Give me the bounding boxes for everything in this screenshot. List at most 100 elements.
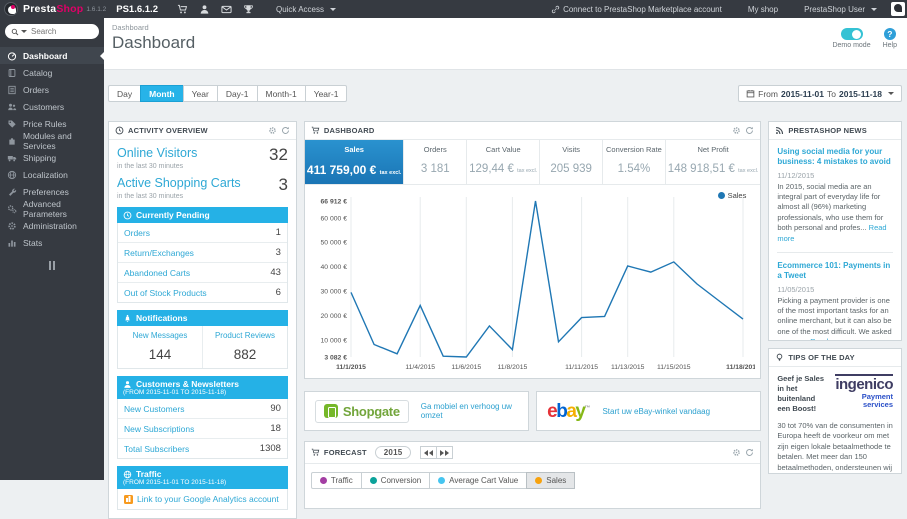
news-article-title[interactable]: Using social media for your business: 4 … xyxy=(777,147,893,168)
link-icon xyxy=(551,5,560,13)
kpi-tab-net-profit[interactable]: Net Profit 148 918,51 € tax excl. xyxy=(666,140,761,184)
toggle-sales[interactable]: Sales xyxy=(526,472,576,489)
panel-settings-button[interactable] xyxy=(732,448,741,457)
google-analytics-link[interactable]: Link to your Google Analytics account xyxy=(137,494,279,504)
panel-refresh-button[interactable] xyxy=(745,448,754,457)
out-of-stock-link[interactable]: Out of Stock Products xyxy=(124,288,207,298)
svg-text:11/18/2015: 11/18/2015 xyxy=(726,364,755,371)
sales-line-chart: 66 912 € 60 000 € 50 000 € 40 000 € 30 000 €… xyxy=(320,197,760,371)
sidebar-item-orders[interactable]: Orders xyxy=(0,81,104,98)
table-row: Total Subscribers 1308 xyxy=(118,438,287,458)
sidebar-item-advanced-parameters[interactable]: Advanced Parameters xyxy=(0,199,104,219)
table-row: New Subscriptions 18 xyxy=(118,418,287,438)
sidebar-item-dashboard[interactable]: Dashboard xyxy=(0,47,104,64)
shopgate-phone-icon xyxy=(323,404,338,418)
marketplace-link[interactable]: Connect to PrestaShop Marketplace accoun… xyxy=(551,5,722,14)
product-reviews-value: 882 xyxy=(233,347,257,362)
sidebar-item-administration[interactable]: Administration xyxy=(0,217,104,234)
range-year-button[interactable]: Year xyxy=(182,85,218,102)
kpi-tab-cart-value[interactable]: Cart Value 129,44 € tax excl. xyxy=(467,140,541,184)
calendar-icon xyxy=(746,89,755,98)
sidebar-item-price-rules[interactable]: Price Rules xyxy=(0,115,104,132)
refresh-icon xyxy=(281,126,289,134)
forecast-prev-button[interactable] xyxy=(420,446,438,459)
bar-chart-icon xyxy=(8,240,16,247)
brand-name[interactable]: PrestaShop xyxy=(23,3,83,15)
kpi-tab-sales[interactable]: Sales 411 759,00 € tax excl. xyxy=(304,140,405,184)
demo-mode-toggle[interactable] xyxy=(840,28,863,40)
range-month-button[interactable]: Month xyxy=(140,85,184,102)
conversion-dot xyxy=(369,477,377,484)
range-year-1-button[interactable]: Year-1 xyxy=(304,85,348,102)
svg-text:11/4/2015: 11/4/2015 xyxy=(405,364,435,371)
refresh-icon xyxy=(746,126,754,134)
quick-access-menu[interactable]: Quick Access xyxy=(276,5,336,14)
prestashop-logo-icon[interactable] xyxy=(4,2,18,16)
range-day-1-button[interactable]: Day-1 xyxy=(216,85,258,102)
forecast-next-button[interactable] xyxy=(436,446,454,459)
kpi-tab-orders[interactable]: Orders 3 181 xyxy=(404,140,468,184)
sidebar-item-modules[interactable]: Modules and Services xyxy=(0,131,104,151)
new-subscriptions-link[interactable]: New Subscriptions xyxy=(124,424,194,434)
trophy-icon[interactable] xyxy=(238,4,260,15)
news-panel-title: PRESTASHOP NEWS xyxy=(788,126,867,135)
new-messages-link[interactable]: New Messages xyxy=(133,331,188,340)
user-icon[interactable] xyxy=(194,4,216,15)
ebay-banner[interactable]: ebay™ Start uw eBay-winkel vandaag xyxy=(536,391,762,431)
sidebar-item-catalog[interactable]: Catalog xyxy=(0,64,104,81)
refresh-icon xyxy=(746,448,754,456)
news-article-title[interactable]: Ecommerce 101: Payments in a Tweet xyxy=(777,261,893,282)
sidebar-item-customers[interactable]: Customers xyxy=(0,98,104,115)
shopgate-banner[interactable]: Shopgate Ga mobiel en verhoog uw omzet xyxy=(303,391,530,431)
bell-icon xyxy=(125,314,130,322)
total-subscribers-link[interactable]: Total Subscribers xyxy=(124,444,189,454)
main-content: Day Month Year Day-1 Month-1 Year-1 From… xyxy=(104,70,907,519)
toggle-average-cart-value[interactable]: Average Cart Value xyxy=(429,472,528,489)
toggle-traffic[interactable]: Traffic xyxy=(310,472,362,489)
dashboard-panel-title: DASHBOARD xyxy=(323,126,375,135)
sidebar-item-localization[interactable]: Localization xyxy=(0,166,104,183)
new-customers-link[interactable]: New Customers xyxy=(124,404,184,414)
tip-body: 30 tot 70% van de consumenten in Europa … xyxy=(777,420,893,473)
ebay-link[interactable]: Start uw eBay-winkel vandaag xyxy=(602,407,710,416)
panel-settings-button[interactable] xyxy=(268,126,277,135)
kpi-tab-visits[interactable]: Visits 205 939 xyxy=(540,140,604,184)
panel-refresh-button[interactable] xyxy=(281,126,290,135)
abandoned-carts-link[interactable]: Abandoned Carts xyxy=(124,268,190,278)
gauge-icon xyxy=(7,51,17,61)
cart-icon[interactable] xyxy=(172,4,194,15)
shopgate-link[interactable]: Ga mobiel en verhoog uw omzet xyxy=(421,402,518,420)
read-more-link[interactable]: Read more xyxy=(810,337,847,340)
my-shop-link[interactable]: My shop xyxy=(748,5,778,14)
sidebar-search[interactable] xyxy=(5,24,99,39)
panel-settings-button[interactable] xyxy=(732,126,741,135)
kpi-tab-conversion-rate[interactable]: Conversion Rate 1.54% xyxy=(603,140,666,184)
rss-icon xyxy=(776,126,784,135)
help-icon[interactable]: ? xyxy=(883,28,896,40)
sidebar-item-shipping[interactable]: Shipping xyxy=(0,149,104,166)
panel-refresh-button[interactable] xyxy=(745,126,754,135)
envelope-icon[interactable] xyxy=(216,4,238,15)
chevron-down-icon xyxy=(330,7,336,11)
bulb-icon xyxy=(777,353,783,362)
sidebar-collapse-button[interactable] xyxy=(0,261,104,270)
globe-icon xyxy=(7,170,17,179)
news-article: Using social media for your business: 4 … xyxy=(777,147,893,244)
product-reviews-link[interactable]: Product Reviews xyxy=(215,331,275,340)
table-row: Abandoned Carts 43 xyxy=(118,262,287,282)
search-input[interactable] xyxy=(31,27,89,36)
active-carts-link[interactable]: Active Shopping Carts xyxy=(117,176,241,190)
pending-returns-link[interactable]: Return/Exchanges xyxy=(124,248,194,258)
gear-icon xyxy=(733,449,741,456)
date-range-picker[interactable]: From 2015-11-01 To 2015-11-18 xyxy=(738,85,902,102)
online-visitors-link[interactable]: Online Visitors xyxy=(117,146,197,160)
sidebar-item-preferences[interactable]: Preferences xyxy=(0,183,104,200)
toggle-conversion[interactable]: Conversion xyxy=(360,472,431,489)
range-day-button[interactable]: Day xyxy=(108,85,142,102)
sidebar-item-stats[interactable]: Stats xyxy=(0,234,104,251)
pending-orders-link[interactable]: Orders xyxy=(124,228,150,238)
chart-legend: Sales xyxy=(717,191,746,200)
user-menu[interactable]: PrestaShop User xyxy=(804,5,877,14)
range-month-1-button[interactable]: Month-1 xyxy=(256,85,306,102)
avatar[interactable] xyxy=(891,2,905,16)
